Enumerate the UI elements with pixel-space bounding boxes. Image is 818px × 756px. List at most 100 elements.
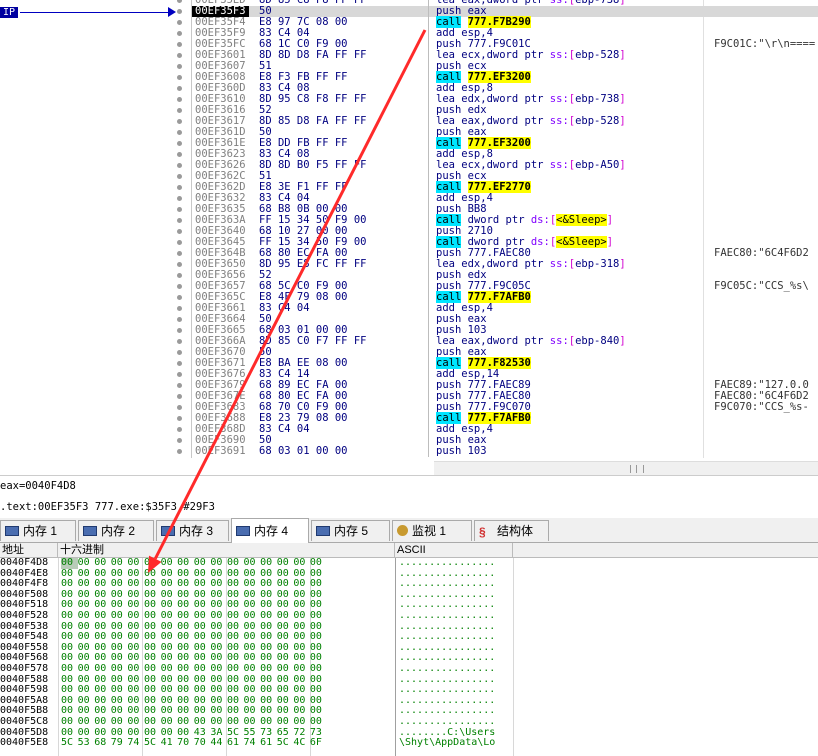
breakpoint-dot-icon[interactable] — [177, 284, 182, 289]
breakpoint-dot-icon[interactable] — [177, 119, 182, 124]
tab-7[interactable]: § 结构体 — [474, 520, 549, 541]
breakpoint-dot-icon[interactable] — [177, 9, 182, 14]
disassembly-view[interactable]: IP 00EF35ED 8D 85 C8 F8 FF FF lea eax,dwor… — [0, 0, 818, 458]
api-name: <&Sleep> — [556, 236, 607, 248]
ip-arrow-line — [20, 12, 170, 13]
disasm-row[interactable]: 00EF3661 83 C4 04 add esp,4 — [192, 303, 818, 314]
breakpoint-dot-icon[interactable] — [177, 262, 182, 267]
dump-ascii: ................ — [399, 609, 496, 621]
column-divider — [428, 391, 429, 402]
memory-icon — [161, 526, 175, 536]
breakpoint-dot-icon[interactable] — [177, 273, 182, 278]
dump-ascii: \Shyt\AppData\Lo — [399, 737, 496, 749]
breakpoint-dot-icon[interactable] — [177, 20, 182, 25]
breakpoint-dot-icon[interactable] — [177, 350, 182, 355]
breakpoint-dot-icon[interactable] — [177, 174, 182, 179]
horizontal-scrollbar[interactable] — [434, 461, 818, 476]
breakpoint-dot-icon[interactable] — [177, 361, 182, 366]
breakpoint-dot-icon[interactable] — [177, 251, 182, 256]
column-header-ascii[interactable]: ASCII — [395, 543, 513, 557]
scrollbar-grip-icon[interactable] — [630, 465, 644, 473]
tab-label: 内存 4 — [254, 524, 289, 538]
info-location-line: .text:00EF35F3 777.exe:$35F3 #29F3 — [0, 501, 215, 513]
column-header-hex[interactable]: 十六进制 — [58, 543, 395, 557]
instruction-part: ebp-A50 — [575, 159, 620, 171]
instruction-part: ] — [619, 159, 626, 171]
breakpoint-dot-icon[interactable] — [177, 53, 182, 58]
breakpoint-dot-icon[interactable] — [177, 108, 182, 113]
disasm-row[interactable]: 00EF3617 8D 85 D8 FA FF FF lea eax,dword p… — [192, 116, 818, 127]
breakpoint-dot-icon[interactable] — [177, 64, 182, 69]
jump-arrow-gutter: IP — [0, 0, 192, 458]
breakpoint-dot-icon[interactable] — [177, 394, 182, 399]
column-divider — [428, 39, 429, 50]
info-register-line: eax=0040F4D8 — [0, 480, 76, 492]
dump-hex-bytes: 00 00 00 00 00 00 00 00 00 00 00 00 00 00 00 00 — [61, 557, 322, 569]
breakpoint-dot-icon[interactable] — [177, 152, 182, 157]
column-divider — [428, 28, 429, 39]
breakpoint-dot-icon[interactable] — [177, 97, 182, 102]
breakpoint-dot-icon[interactable] — [177, 383, 182, 388]
instruction-part: ss: — [549, 93, 569, 105]
tab-6[interactable]: 监视 1 — [392, 520, 472, 541]
column-divider — [428, 127, 429, 138]
breakpoint-dot-icon[interactable] — [177, 130, 182, 135]
breakpoint-dot-icon[interactable] — [177, 240, 182, 245]
tab-label: 结构体 — [497, 524, 534, 538]
instruction-comment: F9C01C:"\r\n==== — [714, 38, 816, 50]
instruction-part: ebp-738 — [575, 93, 620, 105]
tab-label: 监视 1 — [412, 524, 447, 538]
breakpoint-dot-icon[interactable] — [177, 185, 182, 190]
breakpoint-dot-icon[interactable] — [177, 229, 182, 234]
breakpoint-dot-icon[interactable] — [177, 207, 182, 212]
breakpoint-dot-icon[interactable] — [177, 42, 182, 47]
breakpoint-dot-icon[interactable] — [177, 449, 182, 454]
column-divider — [428, 171, 429, 182]
disasm-row[interactable]: 00EF3691 68 03 01 00 00 push 103 — [192, 446, 818, 457]
breakpoint-dot-icon[interactable] — [177, 427, 182, 432]
breakpoint-dot-icon[interactable] — [177, 438, 182, 443]
column-divider — [428, 380, 429, 391]
disasm-row[interactable]: 00EF366A 8D 85 C0 F7 FF FF lea eax,dword p… — [192, 336, 818, 347]
memory-icon — [236, 526, 250, 536]
disasm-row[interactable]: 00EF3626 8D 8D B0 F5 FF FF lea ecx,dword p… — [192, 160, 818, 171]
tab-5[interactable]: 内存 5 — [311, 520, 390, 541]
breakpoint-dot-icon[interactable] — [177, 416, 182, 421]
breakpoint-dot-icon[interactable] — [177, 75, 182, 80]
breakpoint-dot-icon[interactable] — [177, 317, 182, 322]
breakpoint-dot-icon[interactable] — [177, 86, 182, 91]
disasm-row[interactable]: 00EF3610 8D 95 C8 F8 FF FF lea edx,dword p… — [192, 94, 818, 105]
breakpoint-dot-icon[interactable] — [177, 328, 182, 333]
disasm-row[interactable]: 00EF368D 83 C4 04 add esp,4 — [192, 424, 818, 435]
breakpoint-dot-icon[interactable] — [177, 295, 182, 300]
breakpoint-dot-icon[interactable] — [177, 372, 182, 377]
breakpoint-dot-icon[interactable] — [177, 0, 182, 3]
column-divider — [428, 347, 429, 358]
column-divider — [428, 259, 429, 270]
instruction-comment: FAEC80:"6C4F6D2 — [714, 247, 809, 259]
column-header-address[interactable]: 地址 — [0, 543, 58, 557]
memory-dump-view[interactable]: 地址 十六进制 ASCII 0040F4D8 00 00 00 00 00 00 00 00 00… — [0, 543, 818, 756]
tab-label: 内存 3 — [179, 524, 214, 538]
breakpoint-dot-icon[interactable] — [177, 405, 182, 410]
breakpoint-dot-icon[interactable] — [177, 141, 182, 146]
instruction-bytes: 8D 85 D8 FA FF FF — [259, 115, 367, 127]
column-divider — [428, 336, 429, 347]
breakpoint-dot-icon[interactable] — [177, 163, 182, 168]
instruction-comment: F9C05C:"CCS_%s\ — [714, 280, 809, 292]
breakpoint-dot-icon[interactable] — [177, 339, 182, 344]
tab-4[interactable]: 内存 4 — [231, 518, 309, 543]
disasm-row[interactable]: 00EF3601 8D 8D D8 FA FF FF lea ecx,dword p… — [192, 50, 818, 61]
breakpoint-dot-icon[interactable] — [177, 196, 182, 201]
instruction-part: ss: — [549, 258, 569, 270]
breakpoint-dot-icon[interactable] — [177, 306, 182, 311]
column-divider — [428, 149, 429, 160]
tab-2[interactable]: 内存 2 — [78, 520, 154, 541]
breakpoint-dot-icon[interactable] — [177, 218, 182, 223]
tab-1[interactable]: 内存 1 — [0, 520, 76, 541]
tab-3[interactable]: 内存 3 — [156, 520, 229, 541]
dump-hex-bytes: 5C 53 68 79 74 5C 41 70 70 44 61 74 61 5C 4C 6F — [61, 737, 322, 749]
breakpoint-dot-icon[interactable] — [177, 31, 182, 36]
disasm-row[interactable]: 00EF3650 8D 95 E8 FC FF FF lea edx,dword p… — [192, 259, 818, 270]
column-divider — [428, 204, 429, 215]
